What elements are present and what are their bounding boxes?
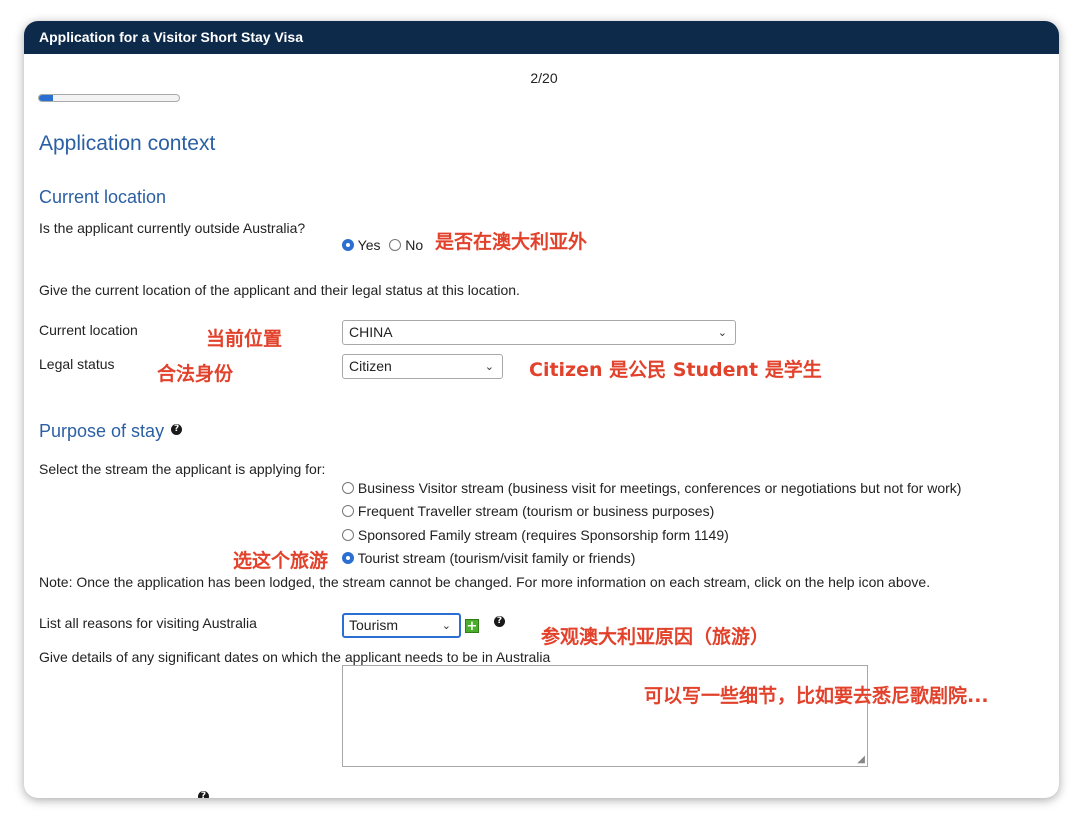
stream-note: Note: Once the application has been lodg…	[39, 574, 931, 590]
outside-australia-question: Is the applicant currently outside Austr…	[39, 220, 306, 236]
reasons-label: List all reasons for visiting Australia	[39, 615, 257, 631]
help-icon[interactable]: ?	[171, 424, 183, 435]
help-icon[interactable]: ?	[198, 791, 209, 798]
annotation-legal-status-note: Citizen 是公民 Student 是学生	[529, 359, 822, 381]
step-indicator: 2/20	[530, 70, 558, 86]
radio-yes-label[interactable]: Yes	[358, 237, 381, 253]
legal-status-label: Legal status	[39, 356, 115, 372]
chevron-down-icon: ⌄	[484, 360, 494, 373]
progress-fill	[39, 95, 53, 101]
radio-yes[interactable]	[342, 239, 354, 251]
current-location-select[interactable]: CHINA ⌄	[342, 320, 736, 345]
legal-status-select[interactable]: Citizen ⌄	[342, 354, 503, 379]
visa-application-window: Application for a Visitor Short Stay Vis…	[24, 21, 1059, 798]
add-reason-button[interactable]: +	[465, 619, 479, 633]
resize-handle-icon[interactable]: ◢	[857, 754, 865, 765]
current-location-value: CHINA	[349, 324, 393, 340]
stream-option-business[interactable]: Business Visitor stream (business visit …	[342, 480, 961, 496]
reasons-value: Tourism	[349, 617, 399, 633]
stream-business-label[interactable]: Business Visitor stream (business visit …	[358, 480, 962, 496]
radio-frequent[interactable]	[342, 505, 354, 517]
radio-tourist[interactable]	[342, 552, 354, 564]
outside-australia-radio-group: Yes No	[342, 237, 423, 253]
annotation-dates: 可以写一些细节，比如要去悉尼歌剧院...	[644, 685, 989, 707]
legal-status-value: Citizen	[349, 358, 392, 374]
current-location-heading: Current location	[39, 187, 167, 207]
annotation-outside-australia: 是否在澳大利亚外	[435, 231, 588, 253]
give-location-text: Give the current location of the applica…	[39, 282, 520, 298]
chevron-down-icon: ⌄	[441, 619, 451, 632]
radio-sponsored[interactable]	[342, 529, 354, 541]
chevron-down-icon: ⌄	[717, 326, 727, 339]
radio-business[interactable]	[342, 482, 354, 494]
purpose-heading-text: Purpose of stay	[39, 421, 165, 441]
page-title: Application context	[39, 132, 216, 155]
progress-bar	[38, 94, 180, 102]
radio-no[interactable]	[389, 239, 402, 251]
current-location-label: Current location	[39, 322, 138, 338]
stream-frequent-label[interactable]: Frequent Traveller stream (tourism or bu…	[358, 503, 714, 519]
annotation-legal-status: 合法身份	[157, 363, 234, 385]
stream-option-frequent[interactable]: Frequent Traveller stream (tourism or bu…	[342, 503, 714, 519]
dates-label: Give details of any significant dates on…	[39, 649, 551, 665]
window-title: Application for a Visitor Short Stay Vis…	[24, 21, 1059, 54]
stream-option-sponsored[interactable]: Sponsored Family stream (requires Sponso…	[342, 527, 729, 543]
stream-sponsored-label[interactable]: Sponsored Family stream (requires Sponso…	[358, 527, 729, 543]
annotation-tourist: 选这个旅游	[233, 550, 329, 572]
stream-option-tourist[interactable]: Tourist stream (tourism/visit family or …	[342, 550, 635, 566]
select-stream-text: Select the stream the applicant is apply…	[39, 461, 326, 477]
stream-tourist-label[interactable]: Tourist stream (tourism/visit family or …	[358, 550, 636, 566]
radio-no-label[interactable]: No	[405, 237, 423, 253]
annotation-reasons: 参观澳大利亚原因（旅游）	[541, 626, 770, 648]
annotation-current-location: 当前位置	[206, 328, 283, 350]
purpose-of-stay-heading: Purpose of stay ?	[39, 421, 183, 442]
help-icon[interactable]: ?	[494, 616, 505, 627]
reasons-select[interactable]: Tourism ⌄	[342, 613, 461, 638]
